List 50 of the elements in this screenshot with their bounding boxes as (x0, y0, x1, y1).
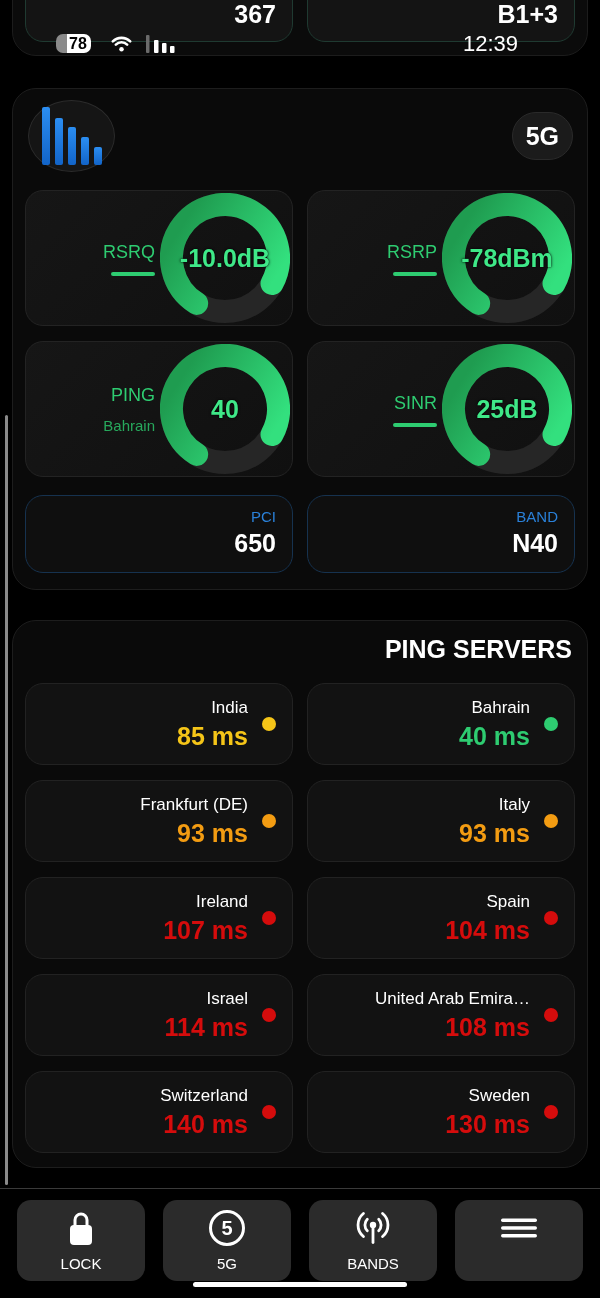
server-name: Ireland (196, 891, 248, 913)
network-type-badge: 5G (511, 112, 573, 160)
server-latency: 40 ms (459, 721, 530, 751)
server-latency: 140 ms (163, 1109, 248, 1139)
info-label: BAND (516, 508, 558, 526)
gauge-label: SINR (394, 391, 437, 414)
circled-number-icon: 5 (209, 1210, 245, 1246)
gauge-label: RSRP (387, 240, 437, 263)
battery-indicator: 78 (56, 34, 91, 53)
server-name: Israel (206, 988, 248, 1010)
label-underline (393, 422, 437, 427)
info-label: PCI (251, 508, 276, 526)
server-name: Bahrain (471, 697, 530, 719)
wifi-icon (110, 35, 133, 52)
cellular-signal-icon (146, 35, 177, 53)
server-latency: 104 ms (445, 915, 530, 945)
gauge-label: PING (111, 383, 155, 406)
server-latency: 114 ms (164, 1012, 248, 1042)
server-latency: 107 ms (163, 915, 248, 945)
server-latency: 108 ms (445, 1012, 530, 1042)
toolbar-button[interactable]: 5 5G (163, 1200, 291, 1281)
info-value: N40 (512, 528, 558, 558)
server-latency: 93 ms (459, 818, 530, 848)
toolbar-button[interactable]: LOCK (17, 1200, 145, 1281)
lock-icon (70, 1211, 92, 1245)
gauge-value: 25dB (476, 395, 538, 423)
status-time: 12:39 (462, 33, 518, 55)
gauge-value: 40 (211, 395, 239, 423)
section-title: PING SERVERS (383, 634, 573, 664)
tile-value: 367 (234, 0, 276, 28)
toolbar-button[interactable] (455, 1200, 583, 1281)
label-underline (111, 271, 155, 276)
menu-icon (501, 1218, 537, 1238)
server-name: Sweden (468, 1085, 530, 1107)
label-underline (393, 271, 437, 276)
toolbar-button[interactable]: BANDS (309, 1200, 437, 1281)
server-name: Spain (486, 891, 530, 913)
info-value: 650 (234, 528, 276, 558)
server-latency: 85 ms (177, 721, 248, 751)
tile-value: B1+3 (497, 0, 558, 28)
server-name: United Arab Emira… (375, 988, 530, 1010)
signal-bars-icon (41, 107, 102, 165)
server-name: Frankfurt (DE) (140, 794, 248, 816)
server-latency: 93 ms (177, 818, 248, 848)
server-name: Italy (498, 794, 530, 816)
gauge-subtitle: Bahrain (103, 416, 155, 435)
server-latency: 130 ms (445, 1109, 530, 1139)
server-name: Switzerland (160, 1085, 248, 1107)
gauge-label: RSRQ (103, 240, 155, 263)
server-name: India (211, 697, 248, 719)
